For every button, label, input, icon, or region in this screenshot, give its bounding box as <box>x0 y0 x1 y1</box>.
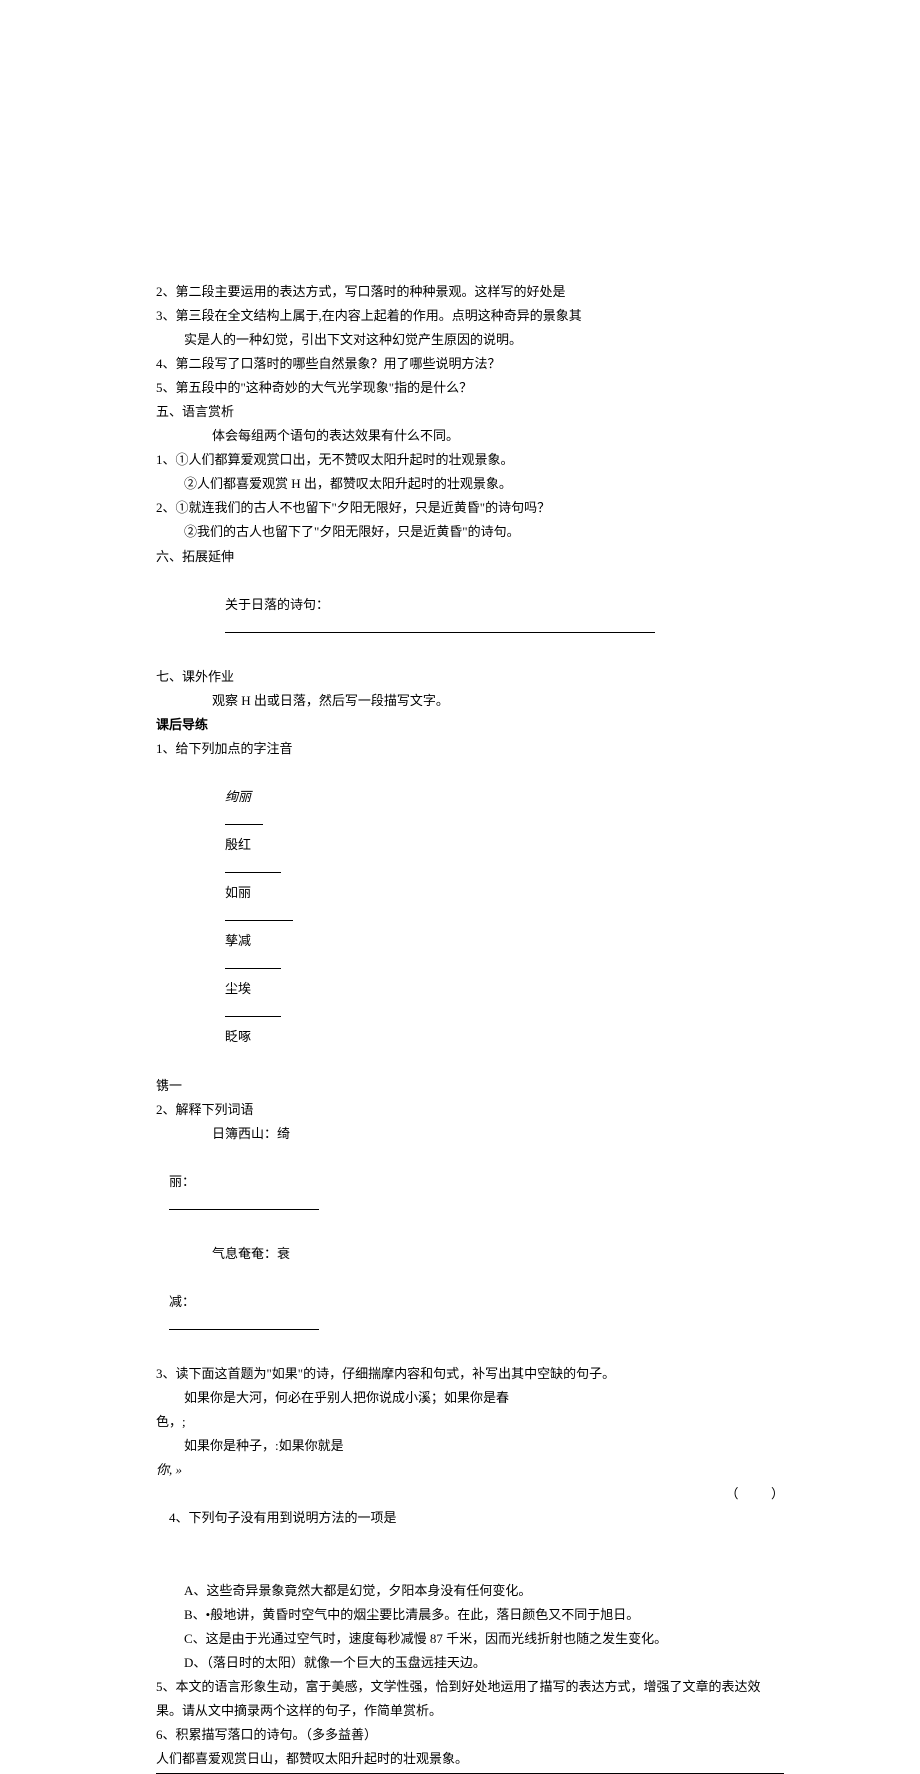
section-7-heading: 七、课外作业 <box>156 665 784 689</box>
q4-stem: 4、下列句子没有用到说明方法的一项是 <box>169 1510 397 1525</box>
blank-poem-line[interactable] <box>225 619 655 632</box>
document-page: 2、第二段主要运用的表达方式，写口落时的种种景观。这样写的好处是 3、第三段在全… <box>0 0 920 1774</box>
section-5-heading: 五、语言赏析 <box>156 400 784 424</box>
blank-1[interactable] <box>225 812 263 825</box>
section-6-label: 关于日落的诗句： <box>225 597 329 612</box>
q3-line2: 如果你是大河，何必在乎别人把你说成小溪；如果你是春 <box>156 1386 784 1410</box>
blank-2[interactable] <box>225 860 281 873</box>
item-3-line1: 3、第三段在全文结构上属于,在内容上起着的作用。点明这种奇异的景象其 <box>156 304 784 328</box>
q3-line1: 3、读下面这首题为"如果"的诗，仔细揣摩内容和句式，补写出其中空缺的句子。 <box>156 1362 784 1386</box>
blank-5[interactable] <box>225 1004 281 1017</box>
q3-line4: 如果你是种子，:如果你就是 <box>156 1434 784 1458</box>
q5-line2: 果。请从文中摘录两个这样的句子，作简单赏析。 <box>156 1699 784 1723</box>
blank-def-1[interactable] <box>169 1196 319 1209</box>
final-sentence: 人们都喜爱观赏日山，都赞叹太阳升起时的壮观景象。 <box>156 1747 784 1774</box>
q1-word-2b: 红 <box>238 837 251 852</box>
q1-word-5: 尘埃 <box>225 981 251 996</box>
section-5-text: 体会每组两个语句的表达效果有什么不同。 <box>156 424 784 448</box>
after-class-heading: 课后导练 <box>156 713 784 737</box>
blank-4[interactable] <box>225 956 281 969</box>
answer-paren[interactable]: （ ） <box>725 1482 784 1506</box>
blank-def-2[interactable] <box>169 1317 319 1330</box>
q2-def-2: 减： <box>156 1266 784 1362</box>
q6: 6、积累描写落口的诗句。（多多益善） <box>156 1723 784 1747</box>
item-5: 5、第五段中的"这种奇妙的大气光学现象"指的是什么？ <box>156 376 784 400</box>
blank-3[interactable] <box>225 908 293 921</box>
s5-q1-b: ②人们都喜爱观赏 H 出，都赞叹太阳升起时的壮观景象。 <box>156 472 784 496</box>
q4-option-c: C、这是由于光通过空气时，速度每秒减慢 87 千米，因而光线折射也随之发生变化。 <box>156 1627 784 1651</box>
q2-term-1: 日簿西山：绮 <box>156 1122 784 1146</box>
q4-option-d: D、（落日时的太阳）就像一个巨大的玉盘远挂天边。 <box>156 1651 784 1675</box>
stray-text-1: 镌一 <box>156 1074 784 1098</box>
q2-term-2: 气息奄奄：衰 <box>156 1242 784 1266</box>
item-4: 4、第二段写了口落时的哪些自然景象？用了哪些说明方法？ <box>156 352 784 376</box>
q1-word-1: 绚丽 <box>225 789 251 804</box>
q5-line1: 5、本文的语言形象生动，富于美感，文学性强，恰到好处地运用了描写的表达方式，增强… <box>156 1675 784 1699</box>
s5-q1-a: 1、①人们都算爱观赏口出，无不赞叹太阳升起时的壮观景象。 <box>156 448 784 472</box>
s5-q2-b: ②我们的古人也留下了"夕阳无限好，只是近黄昏"的诗句。 <box>156 520 784 544</box>
q4: 4、下列句子没有用到说明方法的一项是 （ ） <box>156 1482 784 1578</box>
q2-def-1-label: 丽： <box>169 1174 195 1189</box>
s5-q2-a: 2、①就连我们的古人不也留下"夕阳无限好，只是近黄昏"的诗句吗？ <box>156 496 784 520</box>
q1-blanks-row: 绚丽 殷红 如丽 孳减 尘埃 眨啄 <box>156 761 784 1074</box>
q3-line3: 色，; <box>156 1410 784 1434</box>
q2-def-2-label: 减： <box>169 1294 195 1309</box>
section-7-text: 观察 H 出或日落，然后写一段描写文字。 <box>156 689 784 713</box>
q2-def-1: 丽： <box>156 1146 784 1242</box>
q3-line5: 你, » <box>156 1458 784 1482</box>
item-3-line2: 实是人的一种幻觉，引出下文对这种幻觉产生原因的说明。 <box>156 328 784 352</box>
q1: 1、给下列加点的字注音 <box>156 737 784 761</box>
item-2: 2、第二段主要运用的表达方式，写口落时的种种景观。这样写的好处是 <box>156 280 784 304</box>
section-6-text: 关于日落的诗句： <box>156 569 784 665</box>
q4-option-b: B、•般地讲，黄昏时空气中的烟尘要比清晨多。在此，落日颜色又不同于旭日。 <box>156 1603 784 1627</box>
q1-word-2a: 殷 <box>225 837 238 852</box>
q1-word-4: 孳减 <box>225 933 251 948</box>
q4-option-a: A、这些奇异景象竟然大都是幻觉，夕阳本身没有任何变化。 <box>156 1579 784 1603</box>
q1-word-3: 如丽 <box>225 885 251 900</box>
q2: 2、解释下列词语 <box>156 1098 784 1122</box>
section-6-heading: 六、拓展延伸 <box>156 545 784 569</box>
q1-word-6: 眨啄 <box>225 1029 251 1044</box>
